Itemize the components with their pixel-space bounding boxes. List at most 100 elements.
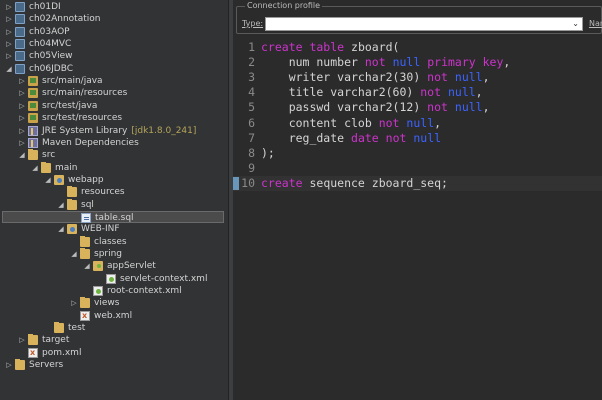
folder-icon — [67, 186, 77, 198]
code-line[interactable]: 7 reg_date date not null — [233, 131, 602, 146]
source-folder-icon — [28, 113, 38, 124]
tree-item-sql[interactable]: ◢ sql — [0, 198, 228, 211]
folder-icon — [41, 161, 51, 173]
sql-keyword: date — [351, 130, 379, 145]
chevron-down-icon[interactable]: ◢ — [83, 260, 91, 272]
code-line[interactable]: 10 create sequence zboard_seq; — [233, 175, 602, 191]
tree-item-label: servlet-context.xml — [120, 273, 208, 284]
code-line[interactable]: 1 create table zboard( — [233, 40, 602, 55]
chevron-down-icon[interactable]: ◢ — [31, 162, 39, 174]
tree-item-table-sql[interactable]: table.sql — [2, 210, 224, 223]
sql-null: null — [454, 70, 483, 85]
sql-null: null — [454, 100, 483, 115]
line-number: 1 — [248, 40, 255, 54]
code-text: passwd varchar2(12) not null, — [261, 100, 490, 115]
tree-item-resources[interactable]: resources — [0, 186, 228, 198]
chevron-down-icon[interactable]: ◢ — [44, 174, 52, 186]
chevron-down-icon[interactable]: ◢ — [57, 223, 65, 235]
code-text: ); — [261, 146, 275, 161]
chevron-down-icon[interactable]: ◢ — [57, 199, 65, 211]
code-line[interactable]: 6 content clob not null, — [233, 116, 602, 131]
project-icon — [15, 51, 25, 62]
chevron-down-icon[interactable]: ⌄ — [572, 18, 579, 30]
tree-item-label: ch02Annotation — [29, 14, 101, 25]
tree-item-ch04mvc[interactable]: ▷ ch04MVC — [0, 38, 228, 50]
tree-item-label: classes — [94, 236, 127, 247]
code-line[interactable]: 9 — [233, 161, 602, 176]
tree-item-spring[interactable]: ◢ spring — [0, 248, 228, 260]
tree-item-web-inf[interactable]: ◢ WEB-INF — [0, 223, 228, 235]
line-number: 5 — [248, 100, 255, 115]
chevron-right-icon[interactable]: ▷ — [70, 297, 78, 309]
code-token: sequence zboard_seq; — [302, 175, 448, 190]
tree-item-maven-dependencies[interactable]: ▷ Maven Dependencies — [0, 137, 228, 149]
line-number: 7 — [248, 130, 255, 145]
tree-item-appservlet[interactable]: ◢ appServlet — [0, 260, 228, 272]
chevron-right-icon[interactable]: ▷ — [18, 334, 26, 346]
chevron-right-icon[interactable]: ▷ — [18, 100, 26, 112]
tree-item-label: WEB-INF — [81, 224, 120, 235]
tree-item-src-test-java[interactable]: ▷ src/test/java — [0, 100, 228, 112]
type-label: Type: — [242, 19, 264, 28]
tree-item-classes[interactable]: classes — [0, 235, 228, 248]
tree-item-src-main-resources[interactable]: ▷ src/main/resources — [0, 87, 228, 99]
chevron-right-icon[interactable]: ▷ — [5, 359, 13, 371]
chevron-right-icon[interactable]: ▷ — [18, 87, 26, 99]
tree-item-pom-xml[interactable]: pom.xml — [0, 347, 228, 359]
tree-item-ch03aop[interactable]: ▷ ch03AOP — [0, 26, 228, 38]
tree-item-decoration: [jdk1.8.0_241] — [131, 125, 197, 136]
code-line[interactable]: 5 passwd varchar2(12) not null, — [233, 100, 602, 115]
line-number: 4 — [248, 85, 255, 100]
tree-item-ch02annotation[interactable]: ▷ ch02Annotation — [0, 13, 228, 25]
name-label: Nam — [589, 19, 602, 28]
tree-item-ch06jdbc[interactable]: ◢ ch06JDBC — [0, 63, 228, 75]
type-select[interactable]: ⌄ — [265, 17, 583, 31]
line-number: 6 — [248, 115, 255, 130]
folder-icon — [15, 359, 25, 371]
tree-item-src[interactable]: ◢ src — [0, 149, 228, 161]
tree-item-src-main-java[interactable]: ▷ src/main/java — [0, 75, 228, 87]
tree-item-main[interactable]: ◢ main — [0, 161, 228, 174]
code-token: , — [475, 85, 483, 100]
sql-keyword: create — [261, 175, 303, 190]
chevron-down-icon[interactable]: ◢ — [70, 248, 78, 260]
code-line[interactable]: 2 num number not null primary key, — [233, 55, 602, 70]
chevron-right-icon[interactable]: ▷ — [5, 38, 13, 50]
tree-item-webapp[interactable]: ◢ webapp — [0, 174, 228, 186]
code-token: zboard( — [344, 40, 400, 54]
chevron-down-icon[interactable]: ◢ — [5, 63, 13, 75]
chevron-right-icon[interactable]: ▷ — [18, 75, 26, 87]
chevron-right-icon[interactable]: ▷ — [5, 1, 13, 13]
tree-item-servers[interactable]: ▷ Servers — [0, 359, 228, 371]
chevron-right-icon[interactable]: ▷ — [18, 125, 26, 137]
chevron-right-icon[interactable]: ▷ — [18, 137, 26, 149]
tree-item-src-test-resources[interactable]: ▷ src/test/resources — [0, 112, 228, 124]
tree-item-label: main — [55, 162, 78, 173]
chevron-right-icon[interactable]: ▷ — [5, 26, 13, 38]
library-icon — [28, 137, 38, 148]
tree-item-servlet-context-xml[interactable]: servlet-context.xml — [0, 273, 228, 285]
code-line[interactable]: 4 title varchar2(60) not null, — [233, 85, 602, 100]
tree-item-label: table.sql — [95, 212, 134, 223]
chevron-right-icon[interactable]: ▷ — [5, 50, 13, 62]
code-line[interactable]: 8); — [233, 146, 602, 161]
source-folder-icon — [28, 100, 38, 111]
tree-item-ch01di[interactable]: ▷ ch01DI — [0, 1, 228, 13]
tree-item-web-xml[interactable]: web.xml — [0, 310, 228, 322]
tree-item-views[interactable]: ▷ views — [0, 297, 228, 309]
tree-item-label: ch04MVC — [29, 39, 72, 50]
chevron-right-icon[interactable]: ▷ — [18, 112, 26, 124]
tree-item-jre-system-library[interactable]: ▷ JRE System Library [jdk1.8.0_241] — [0, 125, 228, 137]
tree-item-target[interactable]: ▷ target — [0, 334, 228, 346]
tree-item-test[interactable]: test — [0, 322, 228, 334]
code-token: num number — [261, 55, 365, 70]
code-token: writer varchar2(30) — [261, 70, 428, 85]
tree-item-ch05view[interactable]: ▷ ch05View — [0, 50, 228, 62]
code-editor[interactable]: 1 create table zboard(2 num number not nu… — [233, 40, 602, 400]
code-line[interactable]: 3 writer varchar2(30) not null, — [233, 70, 602, 85]
tree-item-root-context-xml[interactable]: root-context.xml — [0, 285, 228, 297]
chevron-down-icon[interactable]: ◢ — [18, 149, 26, 161]
chevron-right-icon[interactable]: ▷ — [5, 13, 13, 25]
